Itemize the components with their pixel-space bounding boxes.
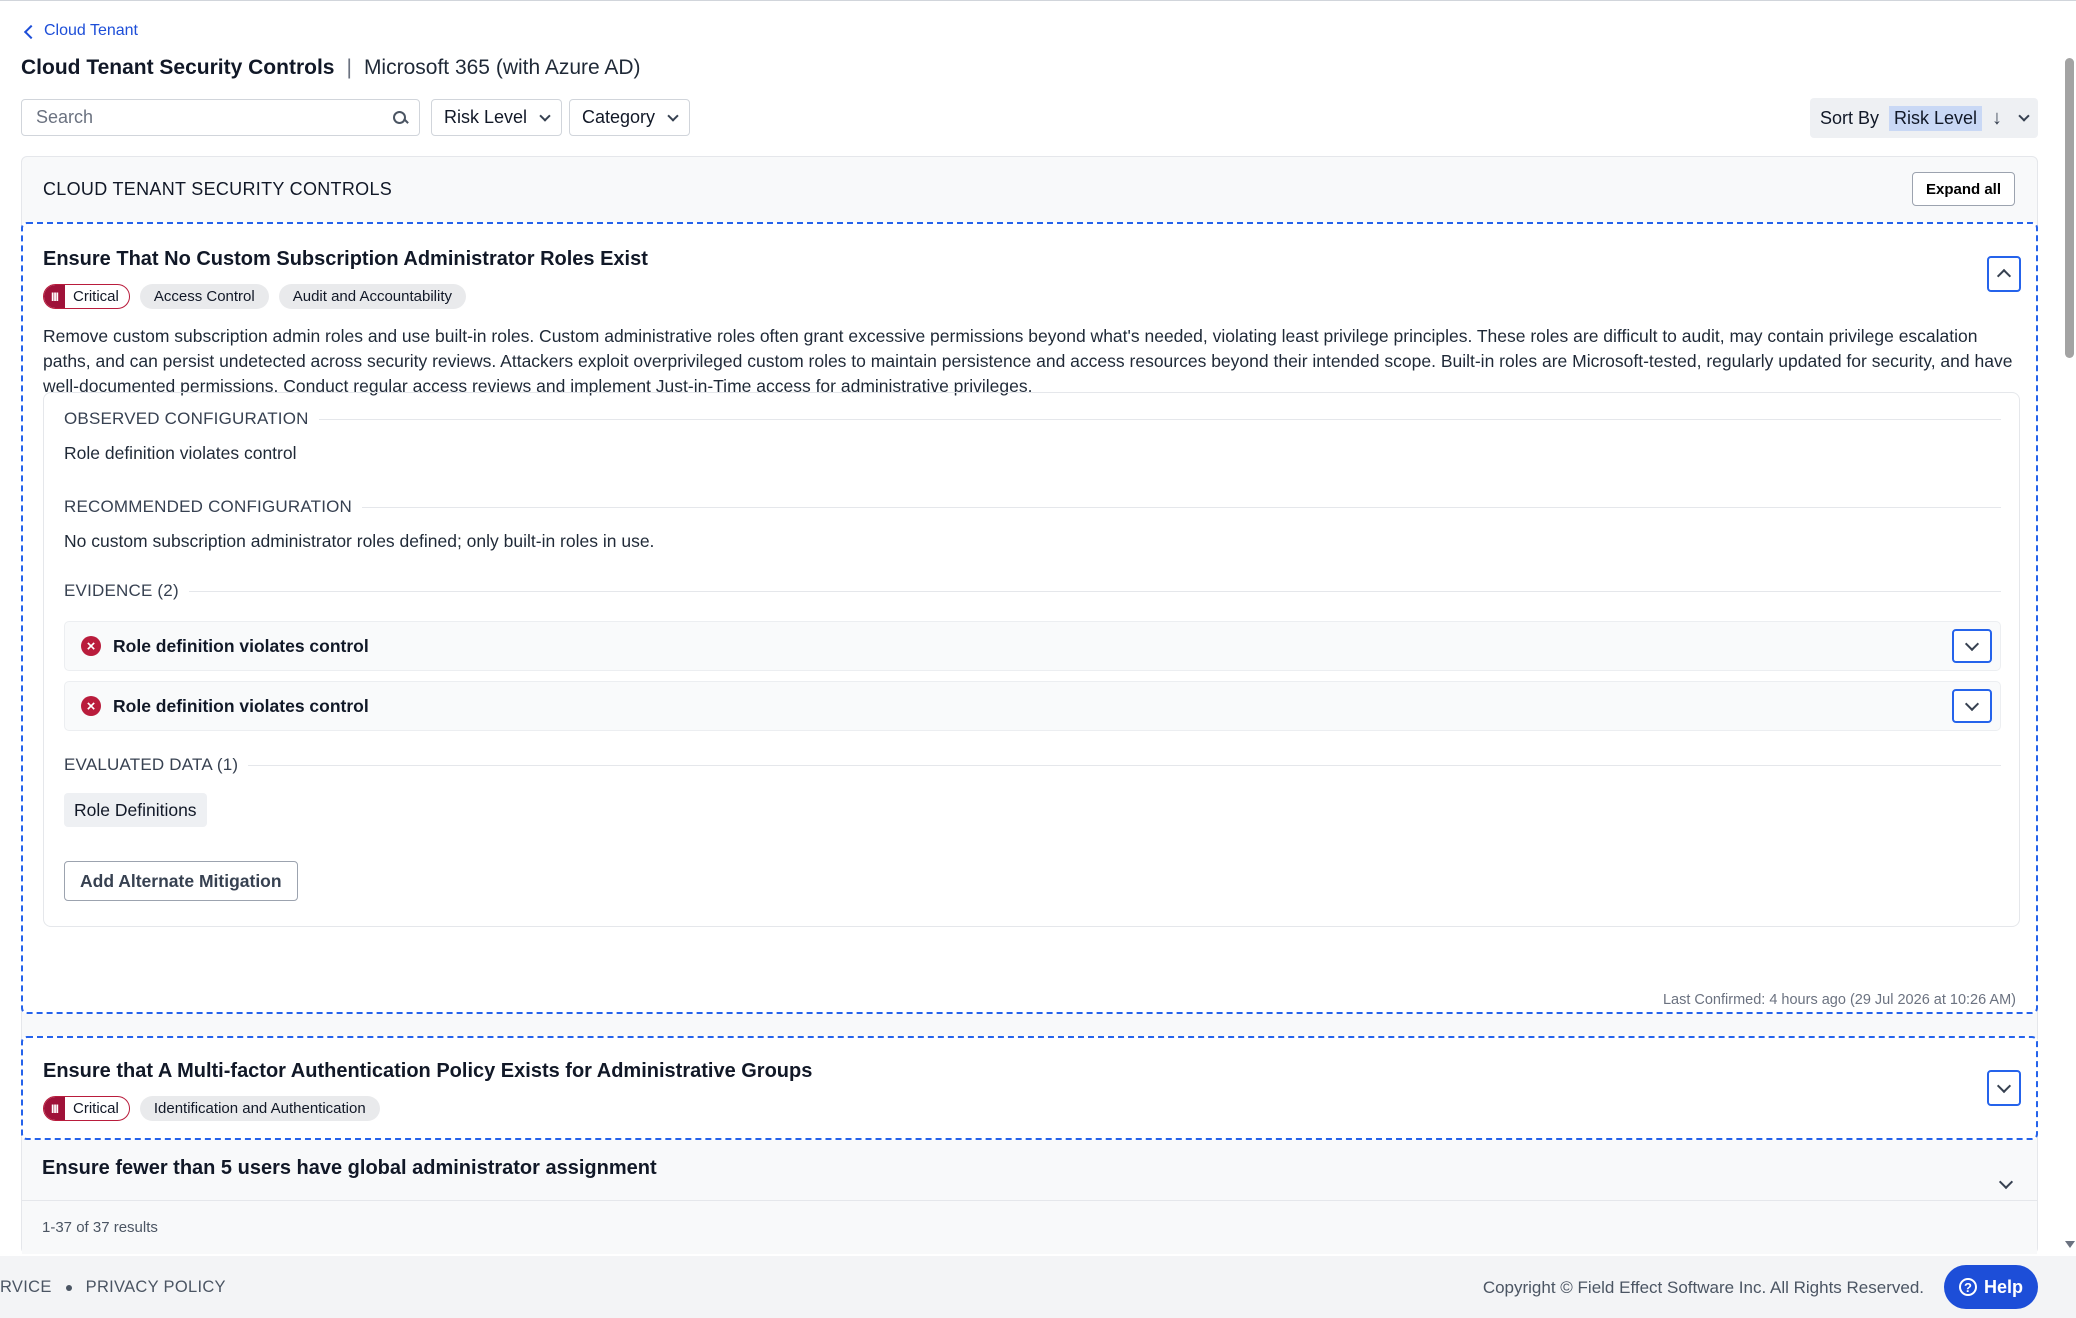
help-icon: ?	[1958, 1278, 1977, 1296]
sort-by-label: Sort By	[1819, 107, 1879, 128]
search-input[interactable]	[34, 106, 393, 129]
risk-badge-critical: III Critical	[43, 284, 130, 309]
add-alternate-mitigation-button[interactable]: Add Alternate Mitigation	[64, 861, 298, 901]
footer: RVICE PRIVACY POLICY Copyright © Field E…	[0, 1256, 2076, 1318]
evaluated-heading-text: EVALUATED DATA (1)	[64, 755, 239, 774]
risk-bars-icon: III	[44, 285, 66, 308]
control-title[interactable]: Ensure fewer than 5 users have global ad…	[42, 1157, 657, 1180]
evidence-item[interactable]: × Role definition violates control	[64, 681, 2001, 731]
footer-dot-separator	[65, 1284, 72, 1291]
chevron-down-icon[interactable]	[2018, 110, 2030, 122]
results-bar: 1-37 of 37 results	[22, 1200, 2037, 1254]
sort-direction-icon[interactable]: ↓	[1992, 107, 2002, 130]
footer-links: RVICE PRIVACY POLICY	[0, 1278, 226, 1297]
chevron-down-icon	[1964, 696, 1980, 712]
last-confirmed-text: Last Confirmed: 4 hours ago (29 Jul 2026…	[1662, 992, 2016, 1008]
control-detail-box: OBSERVED CONFIGURATION Role definition v…	[43, 392, 2020, 927]
control-title[interactable]: Ensure that A Multi-factor Authenticatio…	[43, 1060, 812, 1083]
category-tag: Identification and Authentication	[139, 1096, 380, 1121]
observed-heading: OBSERVED CONFIGURATION	[64, 409, 2001, 429]
evidence-heading: EVIDENCE (2)	[64, 581, 2001, 601]
sort-by-value[interactable]: Risk Level	[1888, 105, 1982, 131]
control-card[interactable]: Ensure that A Multi-factor Authenticatio…	[21, 1036, 2038, 1140]
control-tags: III Critical Identification and Authenti…	[43, 1096, 380, 1121]
evidence-label: Role definition violates control	[113, 635, 369, 656]
evidence-label: Role definition violates control	[113, 695, 369, 716]
page-scrollbar[interactable]	[2062, 58, 2076, 1254]
control-description: Remove custom subscription admin roles a…	[43, 326, 2013, 396]
search-icon[interactable]	[393, 110, 409, 125]
page-title: Cloud Tenant Security Controls | Microso…	[21, 56, 641, 80]
sort-by-control[interactable]: Sort By Risk Level ↓	[1809, 98, 2038, 138]
chevron-down-icon	[1996, 1078, 2012, 1094]
recommended-value: No custom subscription administrator rol…	[64, 531, 655, 551]
evaluated-data-heading: EVALUATED DATA (1)	[64, 755, 2001, 775]
chevron-down-icon	[667, 109, 679, 122]
risk-level-label: Risk Level	[444, 107, 528, 127]
evidence-item[interactable]: × Role definition violates control	[64, 621, 2001, 671]
risk-label: Critical	[73, 1100, 119, 1117]
chevron-down-icon	[1964, 636, 1980, 652]
breadcrumb-label: Cloud Tenant	[44, 22, 138, 39]
expand-evidence-button[interactable]	[1952, 629, 1992, 663]
footer-link-terms[interactable]: RVICE	[0, 1278, 52, 1297]
panel-title: CLOUD TENANT SECURITY CONTROLS	[43, 179, 393, 199]
risk-level-dropdown[interactable]: Risk Level	[431, 99, 563, 136]
recommended-heading-text: RECOMMENDED CONFIGURATION	[64, 497, 353, 516]
control-card[interactable]: Ensure fewer than 5 users have global ad…	[22, 1147, 2037, 1191]
control-tags: III Critical Access Control Audit and Ac…	[43, 284, 467, 309]
expand-button[interactable]	[1987, 1070, 2021, 1106]
risk-bars-icon: III	[44, 1097, 66, 1120]
recommended-heading: RECOMMENDED CONFIGURATION	[64, 497, 2001, 517]
observed-value: Role definition violates control	[64, 443, 297, 463]
footer-link-privacy[interactable]: PRIVACY POLICY	[86, 1278, 226, 1297]
expand-all-button[interactable]: Expand all	[1911, 172, 2015, 206]
chevron-left-icon	[23, 24, 39, 39]
scrollbar-thumb[interactable]	[2065, 58, 2074, 358]
observed-heading-text: OBSERVED CONFIGURATION	[64, 409, 309, 428]
search-box[interactable]	[21, 99, 420, 136]
help-label: Help	[1983, 1276, 2023, 1297]
expand-evidence-button[interactable]	[1952, 689, 1992, 723]
page-title-main: Cloud Tenant Security Controls	[21, 56, 335, 79]
risk-label: Critical	[73, 288, 119, 305]
error-x-icon: ×	[81, 636, 101, 656]
breadcrumb-back-link[interactable]: Cloud Tenant	[23, 22, 138, 40]
scroll-down-arrow-icon[interactable]	[2065, 1241, 2075, 1248]
results-count: 1-37 of 37 results	[42, 1219, 158, 1236]
top-divider	[0, 0, 2076, 1]
help-button[interactable]: ? Help	[1944, 1265, 2038, 1309]
controls-panel: CLOUD TENANT SECURITY CONTROLS Expand al…	[21, 156, 2038, 1254]
category-tag: Access Control	[139, 284, 269, 309]
chevron-down-icon[interactable]	[1998, 1174, 2014, 1190]
risk-badge-critical: III Critical	[43, 1096, 130, 1121]
title-separator: |	[346, 56, 352, 79]
collapse-button[interactable]	[1987, 256, 2021, 292]
category-tag: Audit and Accountability	[278, 284, 467, 309]
control-title[interactable]: Ensure That No Custom Subscription Admin…	[43, 248, 648, 271]
filter-toolbar: Risk Level Category Sort By Risk Level ↓	[21, 98, 2038, 140]
copyright-text: Copyright © Field Effect Software Inc. A…	[1482, 1278, 1924, 1297]
page-subtitle: Microsoft 365 (with Azure AD)	[363, 56, 641, 79]
chevron-up-icon	[1996, 268, 2012, 284]
evidence-heading-text: EVIDENCE (2)	[64, 581, 179, 600]
error-x-icon: ×	[81, 696, 101, 716]
control-card[interactable]: Ensure That No Custom Subscription Admin…	[21, 222, 2038, 1014]
category-label: Category	[582, 107, 656, 127]
evaluated-data-chip[interactable]: Role Definitions	[64, 793, 207, 827]
category-dropdown[interactable]: Category	[569, 99, 691, 136]
chevron-down-icon	[539, 109, 551, 122]
